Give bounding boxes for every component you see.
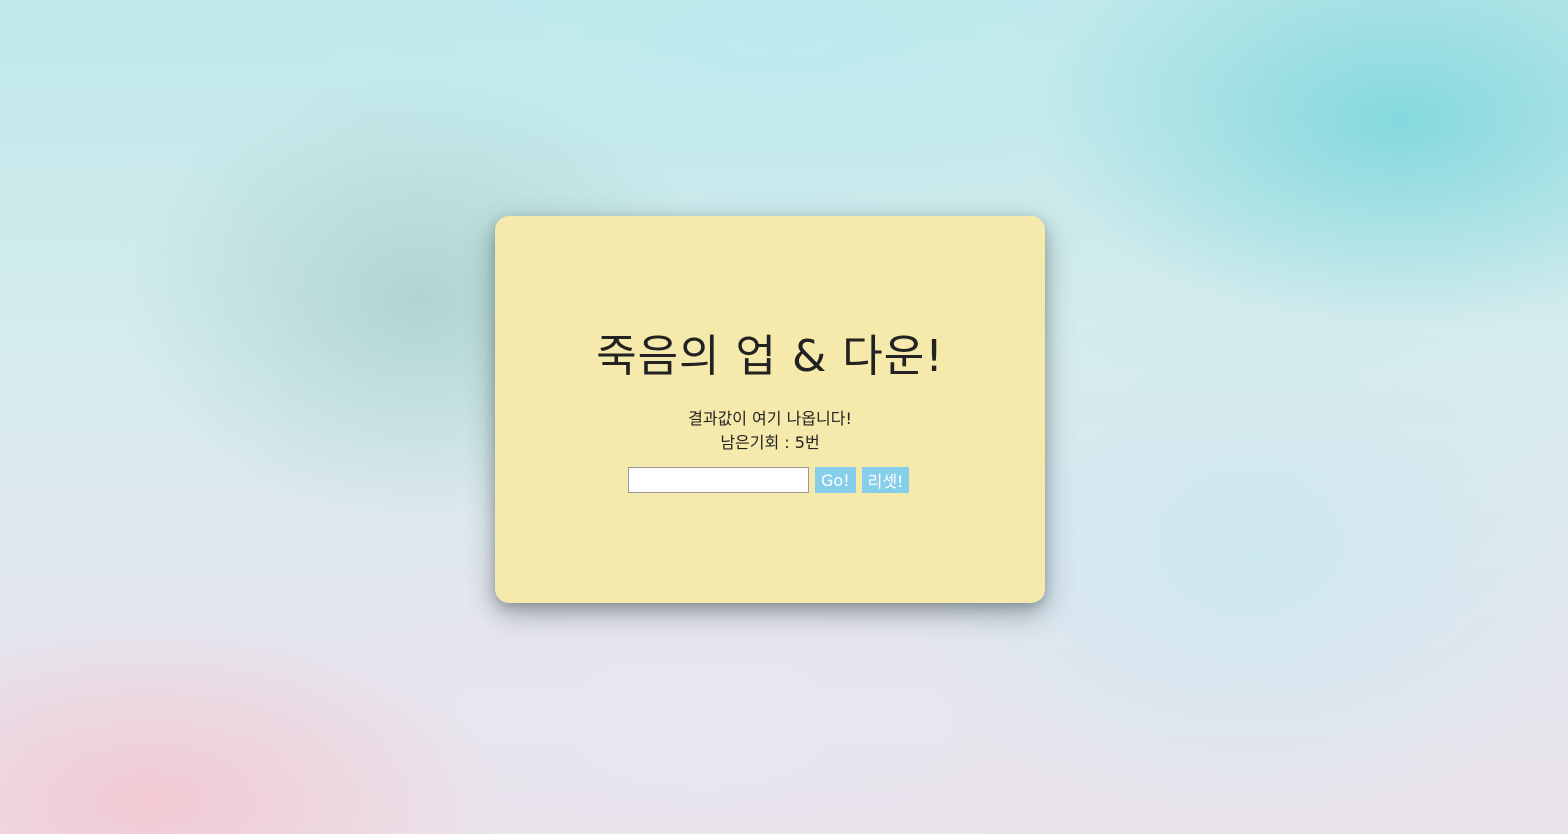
page-background: { "game": { "title": "죽음의 업 & 다운!", "res…	[0, 0, 1568, 834]
game-card: 죽음의 업 & 다운! 결과값이 여기 나옵니다! 남은기회 : 5번 Go! …	[495, 216, 1045, 603]
remaining-chances: 남은기회 : 5번	[720, 433, 820, 452]
input-controls: Go! 리셋!	[628, 467, 910, 493]
go-button[interactable]: Go!	[815, 467, 856, 493]
game-title: 죽음의 업 & 다운!	[596, 331, 944, 382]
number-input[interactable]	[628, 467, 809, 493]
reset-button[interactable]: 리셋!	[861, 467, 910, 493]
result-area: 결과값이 여기 나옵니다!	[688, 409, 852, 428]
